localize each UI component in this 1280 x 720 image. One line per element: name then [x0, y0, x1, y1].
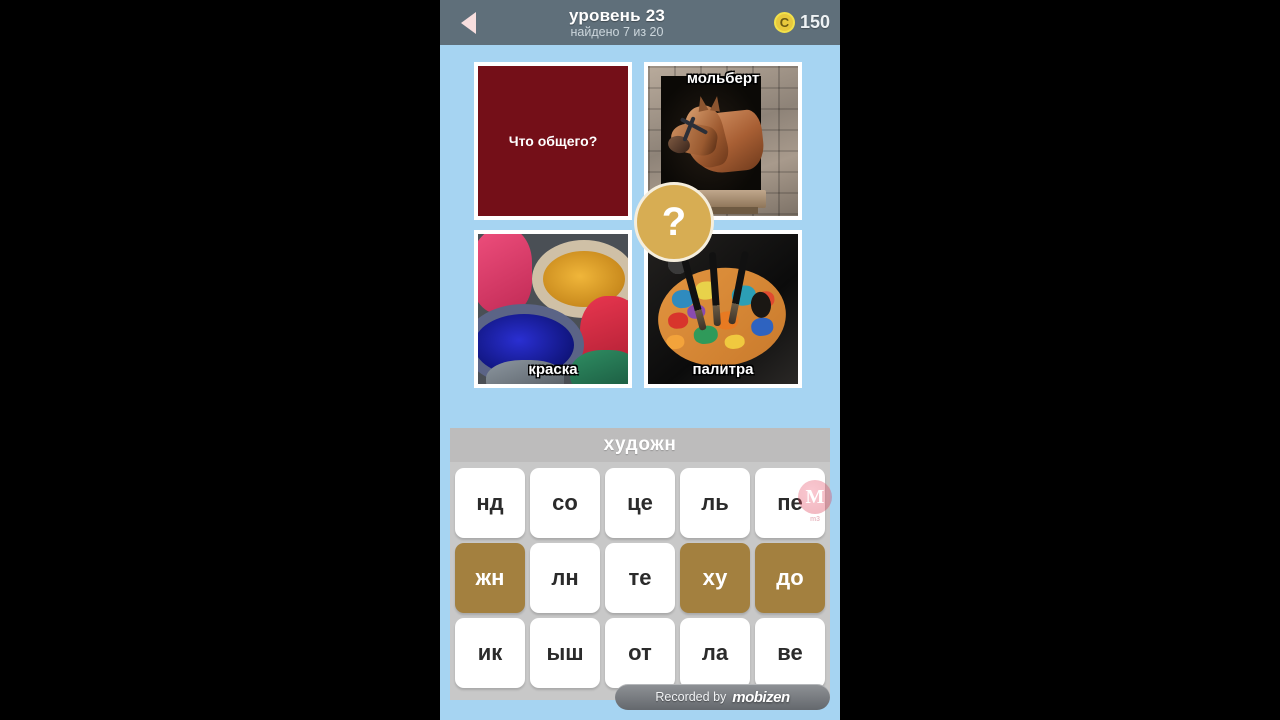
syllable-tile[interactable]: жн: [455, 543, 525, 613]
syllable-tile[interactable]: пе: [755, 468, 825, 538]
answer-text: художн: [603, 434, 677, 455]
picture-grid: Что общего? мольберт краска палитра ?: [474, 62, 806, 388]
syllable-tile[interactable]: со: [530, 468, 600, 538]
pigment-sack-pink: [478, 234, 532, 314]
tile-row: ик ыш от ла ве: [450, 618, 830, 688]
painting-canvas: [661, 76, 766, 191]
palette-board: [653, 261, 791, 373]
coin-icon: C: [773, 12, 795, 33]
grid-cell-caption: краска: [528, 361, 578, 378]
tile-row: нд со це ль пе: [450, 468, 830, 538]
answer-bar[interactable]: художн: [450, 428, 830, 462]
syllable-tile[interactable]: те: [605, 543, 675, 613]
horse-ear: [710, 95, 722, 112]
paint-dab: [665, 334, 686, 350]
header-titles: уровень 23 найдено 7 из 20: [486, 6, 748, 40]
level-progress-text: найдено 7 из 20: [570, 24, 664, 39]
paint-dab: [667, 311, 689, 330]
hint-question-badge[interactable]: ?: [634, 182, 714, 262]
paint-dab: [723, 333, 746, 350]
syllable-tile-panel: нд со це ль пе жн лн те ху до ик ыш от ла ве: [450, 462, 830, 700]
syllable-tile[interactable]: от: [605, 618, 675, 688]
syllable-tile[interactable]: ве: [755, 618, 825, 688]
syllable-tile[interactable]: ху: [680, 543, 750, 613]
page-title: уровень 23: [568, 5, 666, 25]
coin-balance[interactable]: C 150: [748, 0, 840, 45]
syllable-tile[interactable]: ыш: [530, 618, 600, 688]
phone-screen: уровень 23 найдено 7 из 20 C 150 Что общ…: [440, 0, 840, 720]
triangle-left-icon: [460, 11, 476, 34]
syllable-tile[interactable]: ла: [680, 618, 750, 688]
horse-ear: [695, 95, 709, 112]
prompt-text: Что общего?: [508, 133, 598, 149]
mobizen-recorded-label: Recorded by: [655, 690, 727, 704]
prompt-panel: Что общего?: [478, 66, 628, 216]
syllable-tile[interactable]: ик: [455, 618, 525, 688]
tile-row: жн лн те ху до: [450, 543, 830, 613]
coin-count: 150: [799, 12, 830, 32]
mobizen-watermark: Recorded by mobizen: [615, 684, 830, 710]
syllable-tile[interactable]: нд: [455, 468, 525, 538]
syllable-tile[interactable]: це: [605, 468, 675, 538]
grid-cell-caption: палитра: [692, 361, 754, 378]
grid-cell-caption: мольберт: [686, 70, 760, 87]
syllable-tile[interactable]: ль: [680, 468, 750, 538]
syllable-tile[interactable]: до: [755, 543, 825, 613]
grid-cell-prompt[interactable]: Что общего?: [474, 62, 632, 220]
mobizen-logo-text: mobizen: [732, 688, 790, 706]
paint-dab: [750, 316, 775, 337]
app-header: уровень 23 найдено 7 из 20 C 150: [440, 0, 840, 45]
syllable-tile[interactable]: лн: [530, 543, 600, 613]
grid-cell-paint[interactable]: краска: [474, 230, 632, 388]
